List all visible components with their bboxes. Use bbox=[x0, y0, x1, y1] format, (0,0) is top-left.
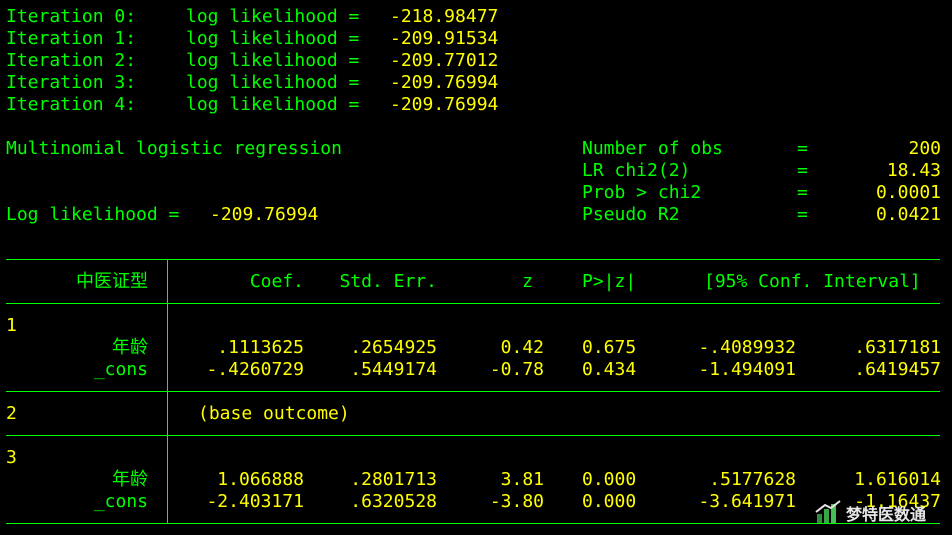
ci-upper-cell: 1.616014 bbox=[854, 469, 941, 490]
p-cell: 0.000 bbox=[582, 491, 637, 512]
z-cell: 0.42 bbox=[500, 337, 544, 358]
se-header: Std. Err. bbox=[339, 271, 437, 292]
coef-cell: -2.403171 bbox=[206, 491, 304, 512]
iteration-label: Iteration 0: bbox=[6, 6, 137, 27]
row-var: 年龄 bbox=[112, 337, 148, 358]
iteration-value: -209.76994 bbox=[390, 72, 499, 93]
p-cell: 0.675 bbox=[582, 337, 637, 358]
iteration-text: log likelihood = bbox=[186, 28, 360, 49]
table-bottom-rule bbox=[6, 523, 940, 524]
loglik-label: Log likelihood = bbox=[6, 204, 180, 225]
iteration-value: -209.91534 bbox=[390, 28, 499, 49]
outcome-label: 2 bbox=[6, 403, 17, 424]
base-outcome-note: (base outcome) bbox=[198, 403, 350, 424]
iteration-text: log likelihood = bbox=[186, 50, 360, 71]
model-title: Multinomial logistic regression bbox=[6, 138, 342, 159]
se-cell: .6320528 bbox=[350, 491, 437, 512]
stat-value: 18.43 bbox=[886, 160, 941, 181]
row-var: _cons bbox=[93, 359, 148, 380]
stat-label: LR chi2(2) bbox=[582, 160, 691, 181]
p-cell: 0.000 bbox=[582, 469, 637, 490]
z-cell: -3.80 bbox=[489, 491, 544, 512]
se-cell: .2654925 bbox=[350, 337, 437, 358]
ci-lower-cell: -1.494091 bbox=[698, 359, 796, 380]
var-header: 中医证型 bbox=[76, 271, 148, 292]
iteration-text: log likelihood = bbox=[186, 94, 360, 115]
group-separator bbox=[6, 391, 940, 392]
ci-upper-cell: .6419457 bbox=[854, 359, 941, 380]
ci-lower-cell: .5177628 bbox=[709, 469, 796, 490]
iteration-value: -209.77012 bbox=[390, 50, 499, 71]
stat-eq: = bbox=[797, 138, 808, 159]
iteration-value: -209.76994 bbox=[390, 94, 499, 115]
coef-cell: 1.066888 bbox=[217, 469, 304, 490]
header-rule bbox=[6, 303, 940, 304]
stat-value: 0.0001 bbox=[875, 182, 941, 203]
stat-value: 0.0421 bbox=[875, 204, 941, 225]
coef-cell: .1113625 bbox=[217, 337, 304, 358]
iteration-label: Iteration 3: bbox=[6, 72, 137, 93]
column-divider bbox=[167, 260, 168, 524]
stat-label: Prob > chi2 bbox=[582, 182, 702, 203]
row-var: 年龄 bbox=[112, 469, 148, 490]
group-separator bbox=[6, 435, 940, 436]
coef-header: Coef. bbox=[249, 271, 304, 292]
iteration-value: -218.98477 bbox=[390, 6, 499, 27]
stat-eq: = bbox=[797, 182, 808, 203]
z-cell: -0.78 bbox=[489, 359, 544, 380]
ci-header: [95% Conf. Interval] bbox=[704, 271, 921, 292]
p-cell: 0.434 bbox=[582, 359, 637, 380]
table-top-rule bbox=[6, 259, 940, 260]
p-header: P>|z| bbox=[582, 271, 637, 292]
ci-lower-cell: -.4089932 bbox=[698, 337, 796, 358]
bar-chart-logo-icon bbox=[815, 500, 841, 523]
iteration-label: Iteration 2: bbox=[6, 50, 137, 71]
se-cell: .5449174 bbox=[350, 359, 437, 380]
outcome-label: 3 bbox=[6, 447, 17, 468]
iteration-label: Iteration 4: bbox=[6, 94, 137, 115]
row-var: _cons bbox=[93, 491, 148, 512]
loglik-value: -209.76994 bbox=[210, 204, 319, 225]
stat-eq: = bbox=[797, 160, 808, 181]
iteration-text: log likelihood = bbox=[186, 6, 360, 27]
iteration-text: log likelihood = bbox=[186, 72, 360, 93]
stat-value: 200 bbox=[908, 138, 941, 159]
stat-label: Pseudo R2 bbox=[582, 204, 680, 225]
watermark-text: 梦特医数通 bbox=[846, 505, 927, 524]
stat-eq: = bbox=[797, 204, 808, 225]
coef-cell: -.4260729 bbox=[206, 359, 304, 380]
ci-upper-cell: .6317181 bbox=[854, 337, 941, 358]
z-header: z bbox=[522, 271, 533, 292]
z-cell: 3.81 bbox=[500, 469, 544, 490]
stat-label: Number of obs bbox=[582, 138, 723, 159]
se-cell: .2801713 bbox=[350, 469, 437, 490]
iteration-label: Iteration 1: bbox=[6, 28, 137, 49]
ci-lower-cell: -3.641971 bbox=[698, 491, 796, 512]
outcome-label: 1 bbox=[6, 315, 17, 336]
